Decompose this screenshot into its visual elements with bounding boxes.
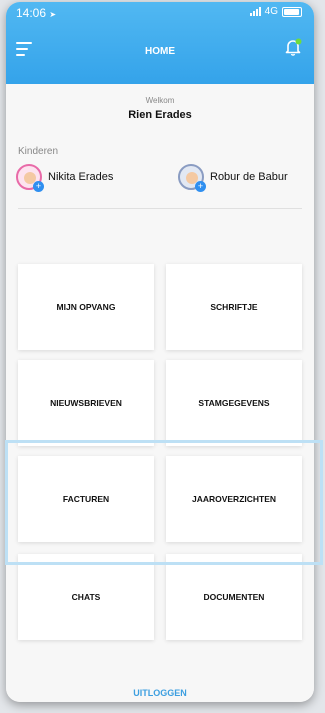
status-time-text: 14:06 xyxy=(16,6,47,20)
tile-facturen[interactable]: FACTUREN xyxy=(18,456,154,542)
network-type: 4G xyxy=(264,6,278,17)
battery-icon xyxy=(282,6,302,17)
user-name: Rien Erades xyxy=(128,109,192,121)
add-icon: + xyxy=(195,181,206,192)
child-avatar: + xyxy=(178,164,206,192)
notification-dot xyxy=(295,38,302,45)
tile-stamgegevens[interactable]: STAMGEGEVENS xyxy=(166,360,302,446)
status-indicators: 4G xyxy=(249,6,302,17)
page-title: HOME xyxy=(145,46,175,57)
location-arrow-icon: ➤ xyxy=(49,10,57,19)
tile-nieuwsbrieven[interactable]: NIEUWSBRIEVEN xyxy=(18,360,154,446)
child-name: Nikita Erades xyxy=(48,171,114,183)
app-header: 14:06 ➤ 4G HOME xyxy=(6,2,314,84)
add-icon: + xyxy=(33,181,44,192)
tile-mijn-opvang[interactable]: MIJN OPVANG xyxy=(18,264,154,350)
children-heading: Kinderen xyxy=(18,146,59,157)
status-time: 14:06 ➤ xyxy=(16,6,56,20)
child-avatar: + xyxy=(16,164,44,192)
logout-button[interactable]: UITLOGGEN xyxy=(6,688,314,698)
child-item[interactable]: + Robur de Babur xyxy=(178,164,288,192)
signal-icon xyxy=(249,7,261,16)
child-name: Robur de Babur xyxy=(210,171,288,183)
tile-jaaroverzichten[interactable]: JAAROVERZICHTEN xyxy=(166,456,302,542)
child-item[interactable]: + Nikita Erades xyxy=(16,164,114,192)
tile-documenten[interactable]: DOCUMENTEN xyxy=(166,554,302,640)
home-content: Welkom Rien Erades Kinderen + Nikita Era… xyxy=(6,84,314,702)
bell-icon[interactable] xyxy=(284,38,302,56)
phone-screen: 14:06 ➤ 4G HOME Welkom Rien Erades Kinde… xyxy=(6,2,314,702)
tile-chats[interactable]: CHATS xyxy=(18,554,154,640)
tile-schriftje[interactable]: SCHRIFTJE xyxy=(166,264,302,350)
divider xyxy=(18,208,302,209)
welcome-label: Welkom xyxy=(145,96,175,105)
